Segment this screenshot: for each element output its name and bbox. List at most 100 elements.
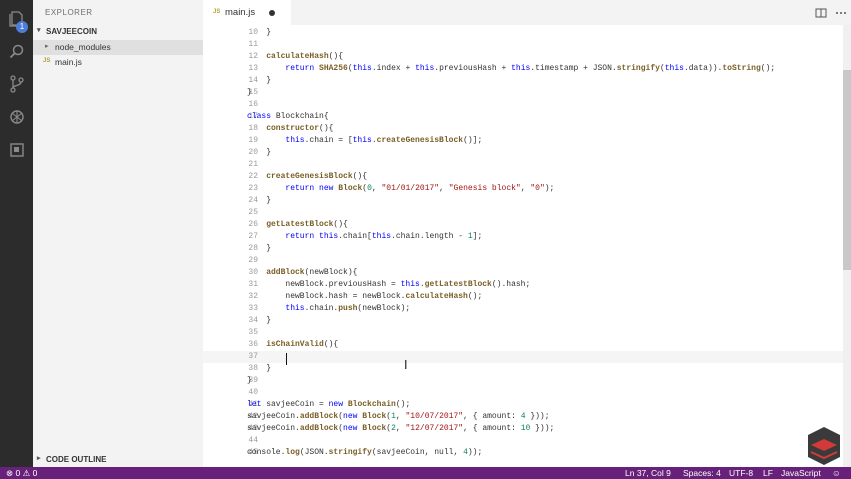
code-line[interactable]: 40 — [203, 387, 843, 399]
code-line[interactable]: 12 calculateHash(){ — [203, 51, 843, 63]
source-control-icon[interactable] — [0, 69, 33, 99]
code-line[interactable]: 13 return SHA256(this.index + this.previ… — [203, 63, 843, 75]
activity-bar: 1 — [0, 0, 33, 467]
code-line[interactable]: 19 this.chain = [this.createGenesisBlock… — [203, 135, 843, 147]
code-line[interactable]: 15} — [203, 87, 843, 99]
i-beam-cursor-icon: I — [404, 358, 408, 372]
workspace-folder[interactable]: ▾ SAVJEECOIN — [33, 25, 203, 39]
js-file-icon: JS — [213, 9, 221, 15]
code-line[interactable]: 44 — [203, 435, 843, 447]
scrollbar-thumb[interactable] — [843, 70, 851, 270]
feedback-smiley-icon[interactable]: ☺ — [832, 468, 841, 478]
code-line[interactable]: 22 createGenesisBlock(){ — [203, 171, 843, 183]
code-line[interactable]: 34 } — [203, 315, 843, 327]
code-line[interactable]: 45 console.log(JSON.stringify(savjeeCoin,… — [203, 447, 843, 459]
code-editor[interactable]: this.hash = this.calculateHash();10 }111… — [203, 25, 851, 467]
code-line[interactable]: 36 isChainValid(){ — [203, 339, 843, 351]
code-text: } — [247, 376, 252, 385]
code-line[interactable]: 11 — [203, 39, 843, 51]
search-icon[interactable] — [0, 37, 33, 67]
code-line[interactable]: 21 — [203, 159, 843, 171]
chevron-down-icon: ▾ — [37, 27, 41, 34]
code-line[interactable]: 38 } — [203, 363, 843, 375]
status-bar: ⊗ 0 ⚠ 0 Ln 37, Col 9 Spaces: 4 UTF-8 LF … — [0, 467, 851, 479]
code-line[interactable]: 31 newBlock.previousHash = this.getLates… — [203, 279, 843, 291]
debug-icon[interactable] — [0, 102, 33, 132]
explorer-sidebar: EXPLORER ▾ SAVJEECOIN ▸ node_modules JS … — [33, 0, 203, 467]
code-text: this.chain.push(newBlock); — [285, 304, 411, 313]
more-actions-icon[interactable] — [835, 7, 847, 19]
channel-logo — [808, 427, 840, 465]
line-number: 21 — [248, 160, 258, 169]
code-line[interactable]: 17 class Blockchain{ — [203, 111, 843, 123]
tree-item-label: node_modules — [55, 42, 111, 52]
code-line[interactable]: 28 } — [203, 243, 843, 255]
code-line[interactable]: 43 savjeeCoin.addBlock(new Block(2, "12/0… — [203, 423, 843, 435]
code-text: newBlock.previousHash = this.getLatestBl… — [247, 280, 531, 289]
code-outline-section[interactable]: ▸ CODE OUTLINE — [33, 452, 203, 466]
code-text: return new Block(0, "01/01/2017", "Genes… — [285, 184, 555, 193]
code-text: } — [247, 88, 252, 97]
code-line[interactable]: 33 this.chain.push(newBlock); — [203, 303, 843, 315]
code-text: } — [247, 316, 272, 325]
code-text: addBlock(newBlock){ — [266, 268, 358, 277]
code-line[interactable]: 23 return new Block(0, "01/01/2017", "Ge… — [203, 183, 843, 195]
split-editor-icon[interactable] — [815, 7, 827, 19]
code-line[interactable]: 37 — [203, 351, 843, 363]
code-line[interactable]: 10 } — [203, 27, 843, 39]
code-line[interactable]: 32 newBlock.hash = newBlock.calculateHas… — [203, 291, 843, 303]
end-of-line[interactable]: LF — [763, 468, 773, 478]
js-file-icon: JS — [43, 58, 51, 64]
code-line[interactable]: 24 } — [203, 195, 843, 207]
code-line[interactable]: 30 addBlock(newBlock){ — [203, 267, 843, 279]
explorer-badge: 1 — [16, 21, 28, 33]
code-text: } — [247, 148, 272, 157]
unsaved-dot-icon[interactable] — [269, 10, 275, 16]
extensions-icon[interactable] — [0, 135, 33, 165]
errors-indicator[interactable]: ⊗ 0 ⚠ 0 — [6, 468, 37, 479]
warning-count: 0 — [32, 468, 38, 478]
explorer-files-icon[interactable]: 1 — [0, 4, 33, 34]
code-line[interactable]: 41 let savjeeCoin = new Blockchain(); — [203, 399, 843, 411]
code-line[interactable]: 20 } — [203, 147, 843, 159]
code-text: constructor(){ — [266, 124, 334, 133]
encoding[interactable]: UTF-8 — [729, 468, 753, 478]
line-number: 44 — [248, 436, 258, 445]
code-text: class Blockchain{ — [247, 112, 329, 121]
tab-label: main.js — [225, 7, 256, 18]
code-line[interactable]: 16 — [203, 99, 843, 111]
chevron-right-icon: ▸ — [37, 455, 41, 462]
code-text: return SHA256(this.index + this.previous… — [285, 64, 776, 73]
code-text: savjeeCoin.addBlock(new Block(2, "12/07/… — [247, 424, 555, 433]
code-line[interactable]: 18 constructor(){ — [203, 123, 843, 135]
code-line[interactable]: 35 — [203, 327, 843, 339]
tree-item-main-js[interactable]: JS main.js — [33, 55, 203, 70]
code-text: } — [247, 28, 272, 37]
code-line[interactable]: 27 return this.chain[this.chain.length -… — [203, 231, 843, 243]
tree-item-label: main.js — [55, 57, 82, 67]
tree-item-node-modules[interactable]: ▸ node_modules — [33, 40, 203, 55]
code-line[interactable]: 25 — [203, 207, 843, 219]
code-text: } — [247, 364, 272, 373]
editor-scrollbar[interactable] — [843, 25, 851, 467]
text-cursor — [286, 353, 287, 365]
cursor-position[interactable]: Ln 37, Col 9 — [625, 468, 671, 478]
line-number: 16 — [248, 100, 258, 109]
code-text: let savjeeCoin = new Blockchain(); — [247, 400, 411, 409]
code-outline-label: CODE OUTLINE — [46, 455, 107, 464]
chevron-right-icon: ▸ — [45, 43, 49, 50]
error-count: 0 — [15, 468, 21, 478]
code-text: getLatestBlock(){ — [266, 220, 348, 229]
language-mode[interactable]: JavaScript — [781, 468, 821, 478]
line-number: 25 — [248, 208, 258, 217]
tab-main-js[interactable]: JS main.js — [203, 0, 291, 25]
code-line[interactable]: 26 getLatestBlock(){ — [203, 219, 843, 231]
code-text: } — [247, 196, 272, 205]
code-line[interactable]: 39} — [203, 375, 843, 387]
code-line[interactable]: 14 } — [203, 75, 843, 87]
code-line[interactable]: 29 — [203, 255, 843, 267]
code-text: console.log(JSON.stringify(savjeeCoin, n… — [247, 448, 483, 457]
line-number: 29 — [248, 256, 258, 265]
code-line[interactable]: 42 savjeeCoin.addBlock(new Block(1, "10/0… — [203, 411, 843, 423]
indentation[interactable]: Spaces: 4 — [683, 468, 721, 478]
